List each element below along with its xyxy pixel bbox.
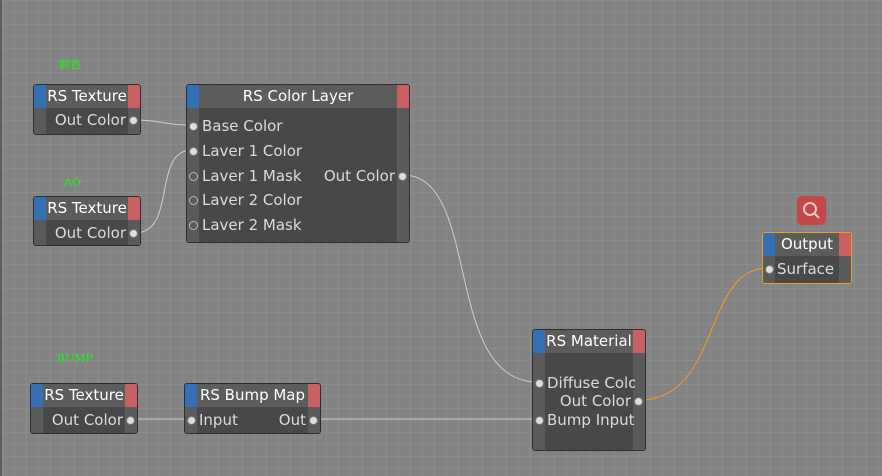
port-base-color: Base Color (202, 117, 283, 135)
search-button[interactable] (797, 196, 826, 225)
input-port-icon[interactable] (187, 416, 196, 425)
wire-tex2-layer1[interactable] (134, 149, 193, 234)
port-input: Input (199, 411, 238, 429)
input-port-icon[interactable] (189, 147, 198, 156)
node-rs-texture-color[interactable]: RS Texture Out Color (33, 84, 141, 135)
port-out-color: Out Color (559, 392, 631, 410)
node-title: Output (780, 235, 834, 253)
wire-layer-diffuse[interactable] (402, 174, 539, 383)
output-port-icon[interactable] (398, 172, 407, 181)
label-bump: BUMP (57, 352, 94, 365)
input-port-icon[interactable] (189, 221, 198, 230)
input-port-icon[interactable] (535, 379, 544, 388)
node-title: RS Color Layer (242, 87, 354, 105)
output-port-icon[interactable] (634, 397, 643, 406)
wire-tex1-base[interactable] (134, 119, 193, 126)
port-surface: Surface (777, 260, 835, 278)
port-layer1-color: Laver 1 Color (202, 142, 303, 160)
node-rs-color-layer[interactable]: RS Color Layer Base Color Laver 1 Color … (186, 84, 410, 243)
port-out-color: Out Color (323, 167, 395, 185)
port-layer2-color: Laver 2 Color (202, 191, 303, 209)
input-port-icon[interactable] (189, 196, 198, 205)
node-title: RS Material (546, 332, 632, 350)
input-port-icon[interactable] (189, 122, 198, 131)
node-editor-canvas[interactable]: 颜色 AO BUMP RS Texture Out Color RS Textu… (0, 0, 882, 476)
node-rs-texture-ao[interactable]: RS Texture Out Color (33, 196, 141, 246)
label-color: 颜色 (59, 58, 81, 71)
port-layer1-mask: Laver 1 Mask (202, 167, 302, 185)
input-port-icon[interactable] (535, 416, 544, 425)
wire-material-output[interactable] (638, 267, 769, 401)
search-icon (803, 202, 820, 219)
node-title: RS Texture (47, 87, 127, 105)
node-title: RS Texture (44, 386, 124, 404)
node-title: RS Texture (47, 199, 127, 217)
input-port-icon[interactable] (765, 265, 774, 274)
output-port-icon[interactable] (129, 116, 138, 125)
input-port-icon[interactable] (189, 172, 198, 181)
port-out-color: Out Color (54, 224, 126, 242)
output-port-icon[interactable] (309, 416, 318, 425)
port-out: Out (278, 411, 306, 429)
output-port-icon[interactable] (126, 416, 135, 425)
port-diffuse-color: Diffuse Colo (547, 374, 635, 392)
node-rs-bump-map[interactable]: RS Bump Map Input Out (184, 383, 321, 434)
node-output[interactable]: Output Surface (762, 232, 852, 284)
port-layer2-mask: Laver 2 Mask (202, 216, 302, 234)
output-port-icon[interactable] (129, 229, 138, 238)
node-rs-material[interactable]: RS Material Diffuse Colo Out Color Bump … (532, 329, 646, 451)
port-bump-input: Bump Input (547, 411, 635, 429)
port-out-color: Out Color (51, 411, 123, 429)
label-ao: AO (64, 176, 81, 189)
node-title: RS Bump Map (199, 386, 306, 404)
port-out-color: Out Color (54, 111, 126, 129)
node-rs-texture-bump[interactable]: RS Texture Out Color (30, 383, 138, 434)
